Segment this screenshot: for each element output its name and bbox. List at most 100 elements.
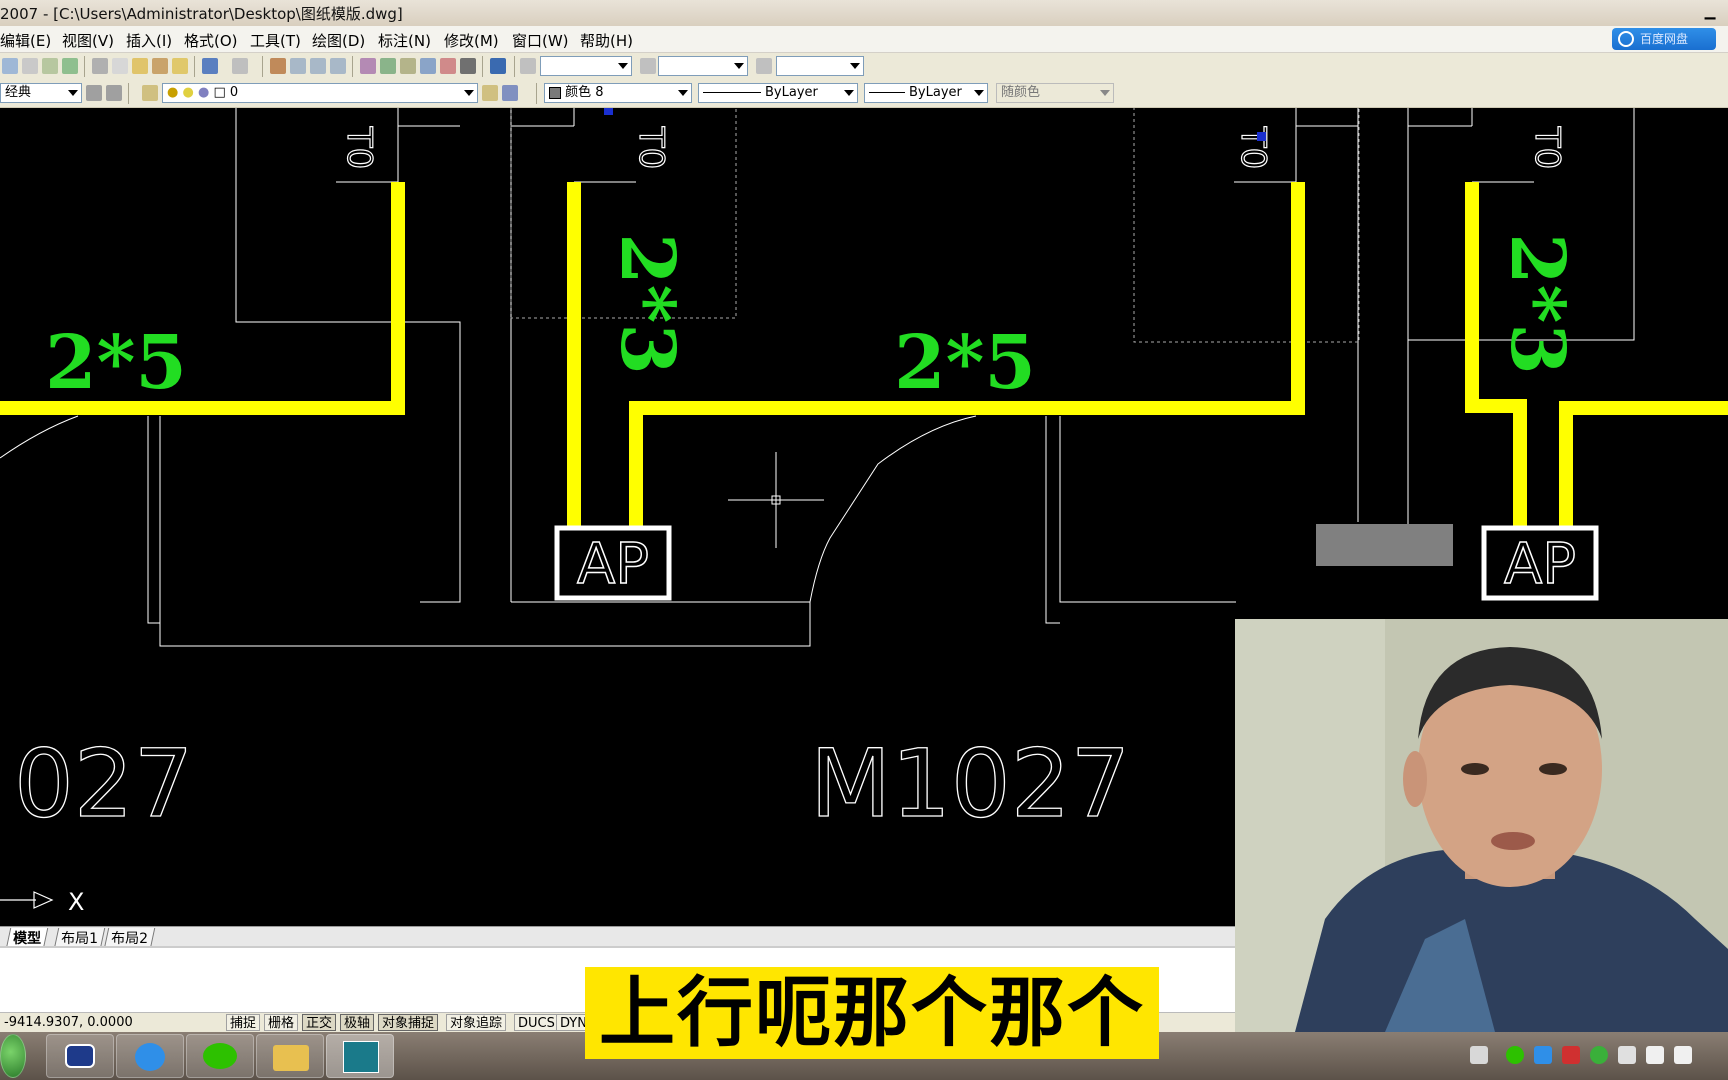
- volume-tray-icon[interactable]: [1674, 1046, 1692, 1064]
- undo-icon[interactable]: [202, 58, 218, 74]
- cloud-drive-button[interactable]: 百度网盘: [1612, 28, 1716, 50]
- layer-lock-icon: ●: [197, 85, 210, 100]
- chevron-down-icon: [734, 63, 744, 69]
- door-label: 027: [14, 730, 193, 839]
- workspace-combo[interactable]: 经典: [0, 83, 82, 103]
- save-icon[interactable]: [22, 58, 38, 74]
- zoom-previous-icon[interactable]: [330, 58, 346, 74]
- cloud-icon: [1618, 31, 1634, 47]
- keyboard-tray-icon[interactable]: [1470, 1046, 1488, 1064]
- ortho-toggle[interactable]: 正交: [302, 1014, 337, 1031]
- layer-previous-icon[interactable]: [502, 85, 518, 101]
- wall-outline: [159, 416, 811, 647]
- menu-view[interactable]: 视图(V): [62, 30, 114, 51]
- network-tray-icon[interactable]: [1646, 1046, 1664, 1064]
- cable-label: 2*3: [604, 233, 690, 375]
- tab-layout2-label: 布局2: [111, 931, 149, 947]
- menu-dimension[interactable]: 标注(N): [378, 30, 431, 51]
- make-current-layer-icon[interactable]: [482, 85, 498, 101]
- workspace-combo-value: 经典: [5, 85, 32, 100]
- table-style-combo[interactable]: [776, 56, 864, 76]
- color-combo[interactable]: 颜色 8: [544, 83, 692, 103]
- calculator-icon[interactable]: [460, 58, 476, 74]
- table-style-icon[interactable]: [756, 58, 772, 74]
- properties-icon[interactable]: [360, 58, 376, 74]
- start-button[interactable]: [0, 1034, 26, 1078]
- cable-label: 2*5: [894, 320, 1036, 406]
- wall-block: [1316, 524, 1453, 566]
- lineweight-combo-value: ByLayer: [909, 85, 962, 100]
- open-icon[interactable]: [2, 58, 18, 74]
- menu-insert[interactable]: 插入(I): [126, 30, 172, 51]
- zoom-realtime-icon[interactable]: [290, 58, 306, 74]
- redo-icon[interactable]: [232, 58, 248, 74]
- layer-manager-icon[interactable]: [142, 85, 158, 101]
- snap-toggle[interactable]: 捕捉: [226, 1014, 261, 1031]
- menu-help[interactable]: 帮助(H): [580, 30, 633, 51]
- workspace-settings-icon[interactable]: [86, 85, 102, 101]
- folder-icon: [273, 1045, 309, 1071]
- tag-label: T0: [339, 126, 379, 169]
- grip-handle[interactable]: [1257, 132, 1266, 141]
- taskbar-cloud-app[interactable]: [116, 1034, 184, 1078]
- menu-window[interactable]: 窗口(W): [512, 30, 569, 51]
- usb-tray-icon[interactable]: [1618, 1046, 1636, 1064]
- chevron-down-icon: [678, 90, 688, 96]
- help-icon[interactable]: [490, 58, 506, 74]
- taskbar-autocad[interactable]: [326, 1034, 394, 1078]
- menu-edit[interactable]: 编辑(E): [0, 30, 51, 51]
- taskbar-wechat[interactable]: [186, 1034, 254, 1078]
- cut-icon[interactable]: [92, 58, 108, 74]
- match-properties-icon[interactable]: [152, 58, 168, 74]
- linetype-preview: [703, 92, 761, 93]
- tool-palettes-icon[interactable]: [400, 58, 416, 74]
- toolbar-divider: [514, 56, 515, 77]
- print-icon[interactable]: [42, 58, 58, 74]
- ducs-toggle[interactable]: DUCS: [514, 1014, 559, 1031]
- tag-label: T0: [1233, 126, 1273, 169]
- osnap-toggle[interactable]: 对象捕捉: [378, 1014, 439, 1031]
- layer-sun-icon: ●: [182, 85, 194, 100]
- webcam-svg: [1235, 619, 1728, 1032]
- cable-label: 2*3: [1494, 233, 1580, 375]
- text-style-icon[interactable]: [520, 58, 536, 74]
- menu-format[interactable]: 格式(O): [184, 30, 238, 51]
- zoom-window-icon[interactable]: [310, 58, 326, 74]
- security-tray-icon[interactable]: [1590, 1046, 1608, 1064]
- menu-modify[interactable]: 修改(M): [444, 30, 499, 51]
- dimension-style-combo[interactable]: [658, 56, 748, 76]
- lineweight-preview: [869, 92, 905, 93]
- design-center-icon[interactable]: [380, 58, 396, 74]
- layer-color-swatch-icon: □: [213, 85, 226, 100]
- layer-combo[interactable]: ● ● ● □ 0: [162, 83, 478, 103]
- wechat-tray-icon[interactable]: [1506, 1046, 1524, 1064]
- properties-toolbar: 经典 ● ● ● □ 0 颜色 8 ByLayer ByLayer 随颜色: [0, 80, 1728, 108]
- menu-draw[interactable]: 绘图(D): [312, 30, 365, 51]
- taskbar-video-app[interactable]: [46, 1034, 114, 1078]
- copy-icon[interactable]: [112, 58, 128, 74]
- sheet-set-icon[interactable]: [420, 58, 436, 74]
- polar-toggle[interactable]: 极轴: [340, 1014, 375, 1031]
- pan-icon[interactable]: [270, 58, 286, 74]
- toolbar-divider: [194, 56, 195, 77]
- publish-icon[interactable]: [62, 58, 78, 74]
- grip-handle[interactable]: [604, 108, 613, 115]
- lineweight-combo[interactable]: ByLayer: [864, 83, 988, 103]
- taskbar-file-explorer[interactable]: [256, 1034, 324, 1078]
- block-editor-icon[interactable]: [172, 58, 188, 74]
- cloud-tray-icon[interactable]: [1534, 1046, 1552, 1064]
- menu-tools[interactable]: 工具(T): [250, 30, 301, 51]
- paste-icon[interactable]: [132, 58, 148, 74]
- linetype-combo[interactable]: ByLayer: [698, 83, 858, 103]
- record-tray-icon[interactable]: [1562, 1046, 1580, 1064]
- toolbar-divider: [84, 56, 85, 77]
- grid-toggle[interactable]: 栅格: [264, 1014, 299, 1031]
- text-style-combo[interactable]: [540, 56, 632, 76]
- otrack-toggle[interactable]: 对象追踪: [446, 1014, 507, 1031]
- tab-model-label: 模型: [13, 931, 42, 947]
- markup-icon[interactable]: [440, 58, 456, 74]
- minimize-button[interactable]: ▁: [1700, 4, 1720, 20]
- layer-on-icon: ●: [167, 85, 179, 100]
- workspace-save-icon[interactable]: [106, 85, 122, 101]
- dimension-style-icon[interactable]: [640, 58, 656, 74]
